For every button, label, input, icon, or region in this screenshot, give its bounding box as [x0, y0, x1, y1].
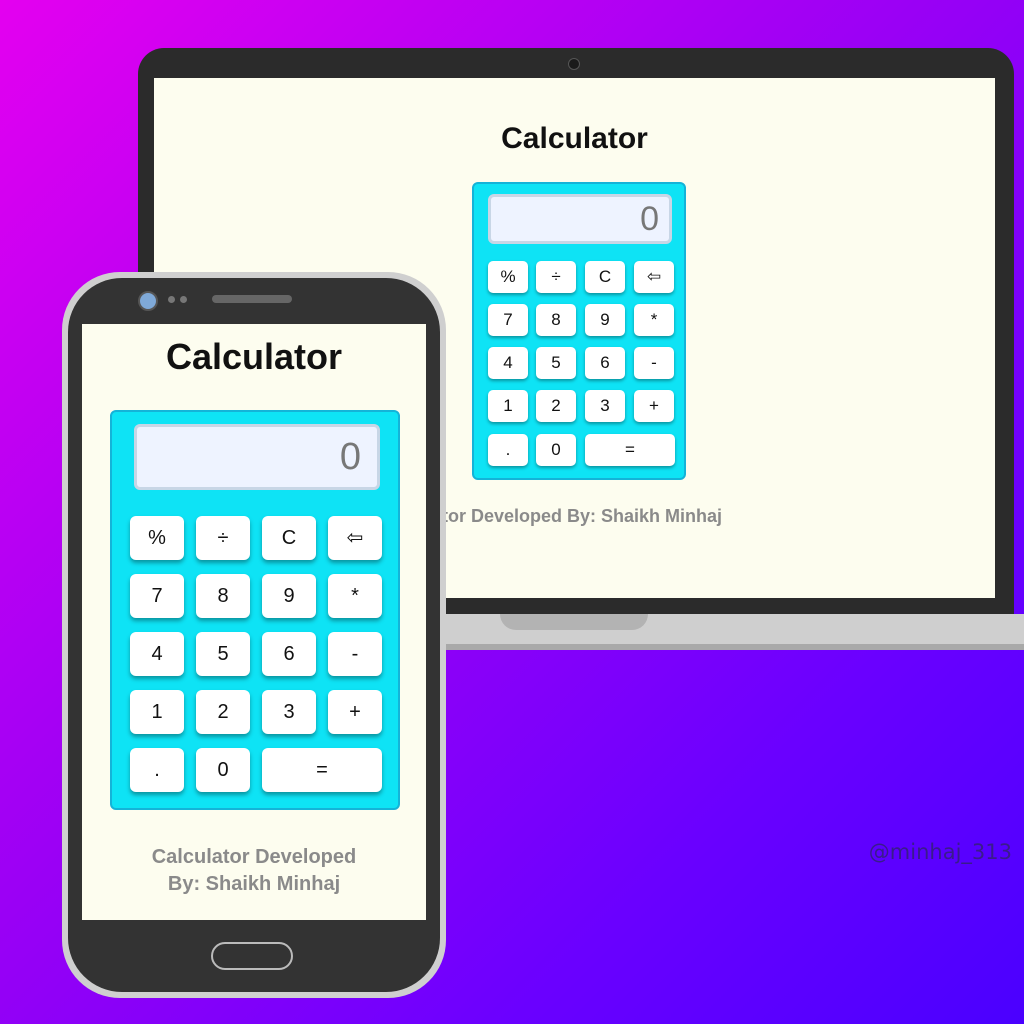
phone-speaker	[212, 295, 292, 303]
key-9[interactable]: 9	[585, 304, 625, 336]
phone-sensor-icon	[168, 296, 175, 303]
home-button[interactable]	[211, 942, 293, 970]
laptop-notch	[500, 614, 648, 630]
page-title: Calculator	[501, 122, 648, 155]
calculator-display: 0	[488, 194, 672, 244]
key-1[interactable]: 1	[130, 690, 184, 734]
key-9[interactable]: 9	[262, 574, 316, 618]
key-multiply[interactable]: *	[634, 304, 674, 336]
key-divide[interactable]: ÷	[196, 516, 250, 560]
key-0[interactable]: 0	[536, 434, 576, 466]
key-0[interactable]: 0	[196, 748, 250, 792]
key-2[interactable]: 2	[196, 690, 250, 734]
key-5[interactable]: 5	[536, 347, 576, 379]
developer-credit-line1: Calculator Developed	[151, 846, 357, 868]
key-6[interactable]: 6	[262, 632, 316, 676]
key-backspace[interactable]: ⇦	[634, 261, 674, 293]
key-5[interactable]: 5	[196, 632, 250, 676]
developer-credit: Calculator Developed By: Shaikh Minhaj	[82, 844, 426, 898]
key-clear[interactable]: C	[585, 261, 625, 293]
calculator-display: 0	[134, 424, 380, 490]
laptop-camera-icon	[568, 58, 580, 70]
phone-screen: Calculator 0 % ÷ C ⇦ 7 8 9 * 4 5 6 - 1 2…	[82, 324, 426, 920]
key-clear[interactable]: C	[262, 516, 316, 560]
developer-credit-line2: By: Shaikh Minhaj	[167, 873, 341, 895]
calculator-body: 0 % ÷ C ⇦ 7 8 9 * 4 5 6 - 1 2 3 + . 0 =	[110, 410, 400, 810]
phone-sensor-icon	[180, 296, 187, 303]
key-3[interactable]: 3	[262, 690, 316, 734]
key-8[interactable]: 8	[536, 304, 576, 336]
key-3[interactable]: 3	[585, 390, 625, 422]
key-7[interactable]: 7	[130, 574, 184, 618]
key-4[interactable]: 4	[488, 347, 528, 379]
key-8[interactable]: 8	[196, 574, 250, 618]
phone-camera-icon	[138, 291, 158, 311]
page-title: Calculator	[165, 336, 343, 377]
key-dot[interactable]: .	[130, 748, 184, 792]
key-equals[interactable]: =	[262, 748, 382, 792]
key-equals[interactable]: =	[585, 434, 675, 466]
key-backspace[interactable]: ⇦	[328, 516, 382, 560]
key-percent[interactable]: %	[130, 516, 184, 560]
key-minus[interactable]: -	[634, 347, 674, 379]
watermark: @minhaj_313	[868, 840, 1012, 864]
key-divide[interactable]: ÷	[536, 261, 576, 293]
key-multiply[interactable]: *	[328, 574, 382, 618]
key-7[interactable]: 7	[488, 304, 528, 336]
key-2[interactable]: 2	[536, 390, 576, 422]
key-plus[interactable]: +	[634, 390, 674, 422]
key-dot[interactable]: .	[488, 434, 528, 466]
key-6[interactable]: 6	[585, 347, 625, 379]
key-plus[interactable]: +	[328, 690, 382, 734]
calculator-body: 0 % ÷ C ⇦ 7 8 9 * 4 5 6 - 1 2 3 + . 0 =	[472, 182, 686, 480]
key-minus[interactable]: -	[328, 632, 382, 676]
key-percent[interactable]: %	[488, 261, 528, 293]
key-4[interactable]: 4	[130, 632, 184, 676]
key-1[interactable]: 1	[488, 390, 528, 422]
